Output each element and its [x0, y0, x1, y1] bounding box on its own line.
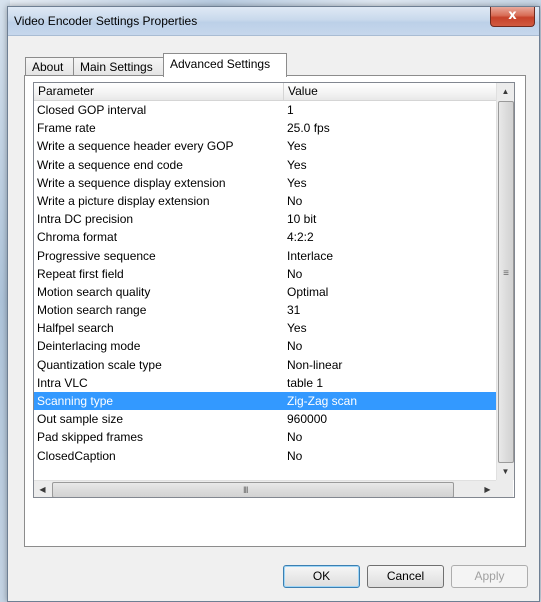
ok-button[interactable]: OK: [283, 565, 360, 588]
parameter-cell: Deinterlacing mode: [37, 339, 141, 354]
table-row[interactable]: Quantization scale type Non-linear: [34, 356, 496, 374]
parameter-cell: Out sample size: [37, 412, 124, 427]
parameter-cell: Motion search range: [37, 303, 147, 318]
window-title: Video Encoder Settings Properties: [14, 14, 198, 28]
parameter-cell: Write a sequence display extension: [37, 175, 226, 190]
value-cell[interactable]: 10 bit: [287, 210, 316, 228]
close-icon: x: [508, 8, 517, 23]
value-cell[interactable]: Yes: [287, 174, 307, 192]
parameter-cell: Closed GOP interval: [37, 103, 147, 117]
value-cell[interactable]: 25.0 fps: [287, 119, 330, 137]
parameter-cell: Progressive sequence: [37, 248, 156, 263]
value-cell[interactable]: Yes: [287, 137, 307, 155]
value-cell[interactable]: table 1: [287, 374, 323, 392]
scroll-down-arrow-icon[interactable]: ▼: [497, 463, 514, 480]
parameter-cell: Halfpel search: [37, 321, 114, 336]
table-row[interactable]: Write a picture display extension No: [34, 192, 496, 210]
close-button[interactable]: x: [490, 7, 535, 27]
parameter-cell: Quantization scale type: [37, 357, 162, 372]
table-row[interactable]: ClosedCaption No: [34, 447, 496, 465]
scroll-up-arrow-icon[interactable]: ▲: [497, 83, 514, 100]
tab-about[interactable]: About: [25, 57, 75, 76]
value-cell[interactable]: No: [287, 337, 302, 355]
grip-icon: ≡: [503, 268, 509, 279]
table-row[interactable]: Write a sequence display extension Yes: [34, 174, 496, 192]
parameter-cell: Repeat first field: [37, 266, 124, 281]
table-row[interactable]: Deinterlacing mode No: [34, 337, 496, 355]
parameter-cell: Scanning type: [37, 394, 114, 408]
scrollbar-corner: [496, 480, 513, 497]
title-bar[interactable]: Video Encoder Settings Properties x: [8, 7, 539, 36]
table-row[interactable]: Write a sequence end code Yes: [34, 156, 496, 174]
table-row[interactable]: Intra VLC table 1: [34, 374, 496, 392]
table-row[interactable]: Write a sequence header every GOP Yes: [34, 137, 496, 155]
horizontal-scrollbar[interactable]: ◀ III ▶: [34, 480, 496, 497]
value-cell[interactable]: No: [287, 192, 302, 210]
table-row[interactable]: Scanning type Zig-Zag scan: [34, 392, 496, 411]
value-cell[interactable]: Non-linear: [287, 356, 342, 374]
column-header-parameter[interactable]: Parameter: [34, 83, 284, 100]
grip-icon: III: [243, 485, 248, 495]
parameter-cell: Intra DC precision: [37, 212, 134, 227]
value-cell[interactable]: Optimal: [287, 283, 328, 301]
grid-rows: Closed GOP interval 1 Frame rate 25.0 fps Wr…: [34, 101, 496, 465]
value-cell[interactable]: 1: [287, 101, 294, 119]
cancel-button[interactable]: Cancel: [367, 565, 444, 588]
value-cell[interactable]: 31: [287, 301, 300, 319]
value-cell[interactable]: Yes: [287, 156, 307, 174]
table-row[interactable]: Halfpel search Yes: [34, 319, 496, 337]
tab-main-settings[interactable]: Main Settings: [73, 57, 165, 76]
value-cell[interactable]: Interlace: [287, 247, 333, 265]
parameter-cell: Write a sequence header every GOP: [37, 139, 234, 154]
table-row[interactable]: Out sample size 960000: [34, 410, 496, 428]
vertical-scroll-thumb[interactable]: ≡: [498, 101, 514, 463]
scroll-left-arrow-icon[interactable]: ◀: [34, 481, 51, 497]
parameter-cell: Chroma format: [37, 230, 118, 245]
table-row[interactable]: Frame rate 25.0 fps: [34, 119, 496, 137]
value-cell[interactable]: No: [287, 447, 302, 465]
horizontal-scroll-thumb[interactable]: III: [52, 482, 454, 497]
parameter-cell: Pad skipped frames: [37, 430, 144, 445]
table-row[interactable]: Motion search quality Optimal: [34, 283, 496, 301]
table-row[interactable]: Pad skipped frames No: [34, 428, 496, 446]
table-row[interactable]: Motion search range 31: [34, 301, 496, 319]
properties-dialog: Video Encoder Settings Properties x Abou…: [7, 6, 540, 602]
dialog-client-area: About Main Settings Advanced Settings Pa…: [14, 37, 534, 597]
advanced-settings-panel: Parameter Value Closed GOP interval 1 Fram…: [24, 75, 526, 547]
value-cell[interactable]: 4:2:2: [287, 228, 314, 246]
table-row[interactable]: Repeat first field No: [34, 265, 496, 283]
parameter-cell: Motion search quality: [37, 284, 151, 299]
value-cell[interactable]: No: [287, 265, 302, 283]
apply-button[interactable]: Apply: [451, 565, 528, 588]
parameter-cell: Frame rate: [37, 121, 96, 136]
table-row[interactable]: Progressive sequence Interlace: [34, 247, 496, 265]
table-row[interactable]: Closed GOP interval 1: [34, 101, 496, 119]
grid-header: Parameter Value: [34, 83, 496, 101]
vertical-scrollbar[interactable]: ▲ ≡ ▼: [496, 83, 514, 480]
value-cell[interactable]: Zig-Zag scan: [287, 392, 357, 410]
column-header-value[interactable]: Value: [284, 83, 498, 100]
value-cell[interactable]: 960000: [287, 410, 327, 428]
table-row[interactable]: Intra DC precision 10 bit: [34, 210, 496, 228]
parameter-cell: Write a sequence end code: [37, 157, 183, 172]
value-cell[interactable]: Yes: [287, 319, 307, 337]
value-cell[interactable]: No: [287, 428, 302, 446]
parameter-cell: Intra VLC: [37, 375, 88, 390]
tab-advanced-settings[interactable]: Advanced Settings: [163, 53, 287, 77]
settings-grid: Parameter Value Closed GOP interval 1 Fram…: [33, 82, 515, 498]
parameter-cell: ClosedCaption: [37, 448, 116, 463]
table-row[interactable]: Chroma format 4:2:2: [34, 228, 496, 246]
scroll-right-arrow-icon[interactable]: ▶: [479, 481, 496, 497]
parameter-cell: Write a picture display extension: [37, 193, 210, 208]
